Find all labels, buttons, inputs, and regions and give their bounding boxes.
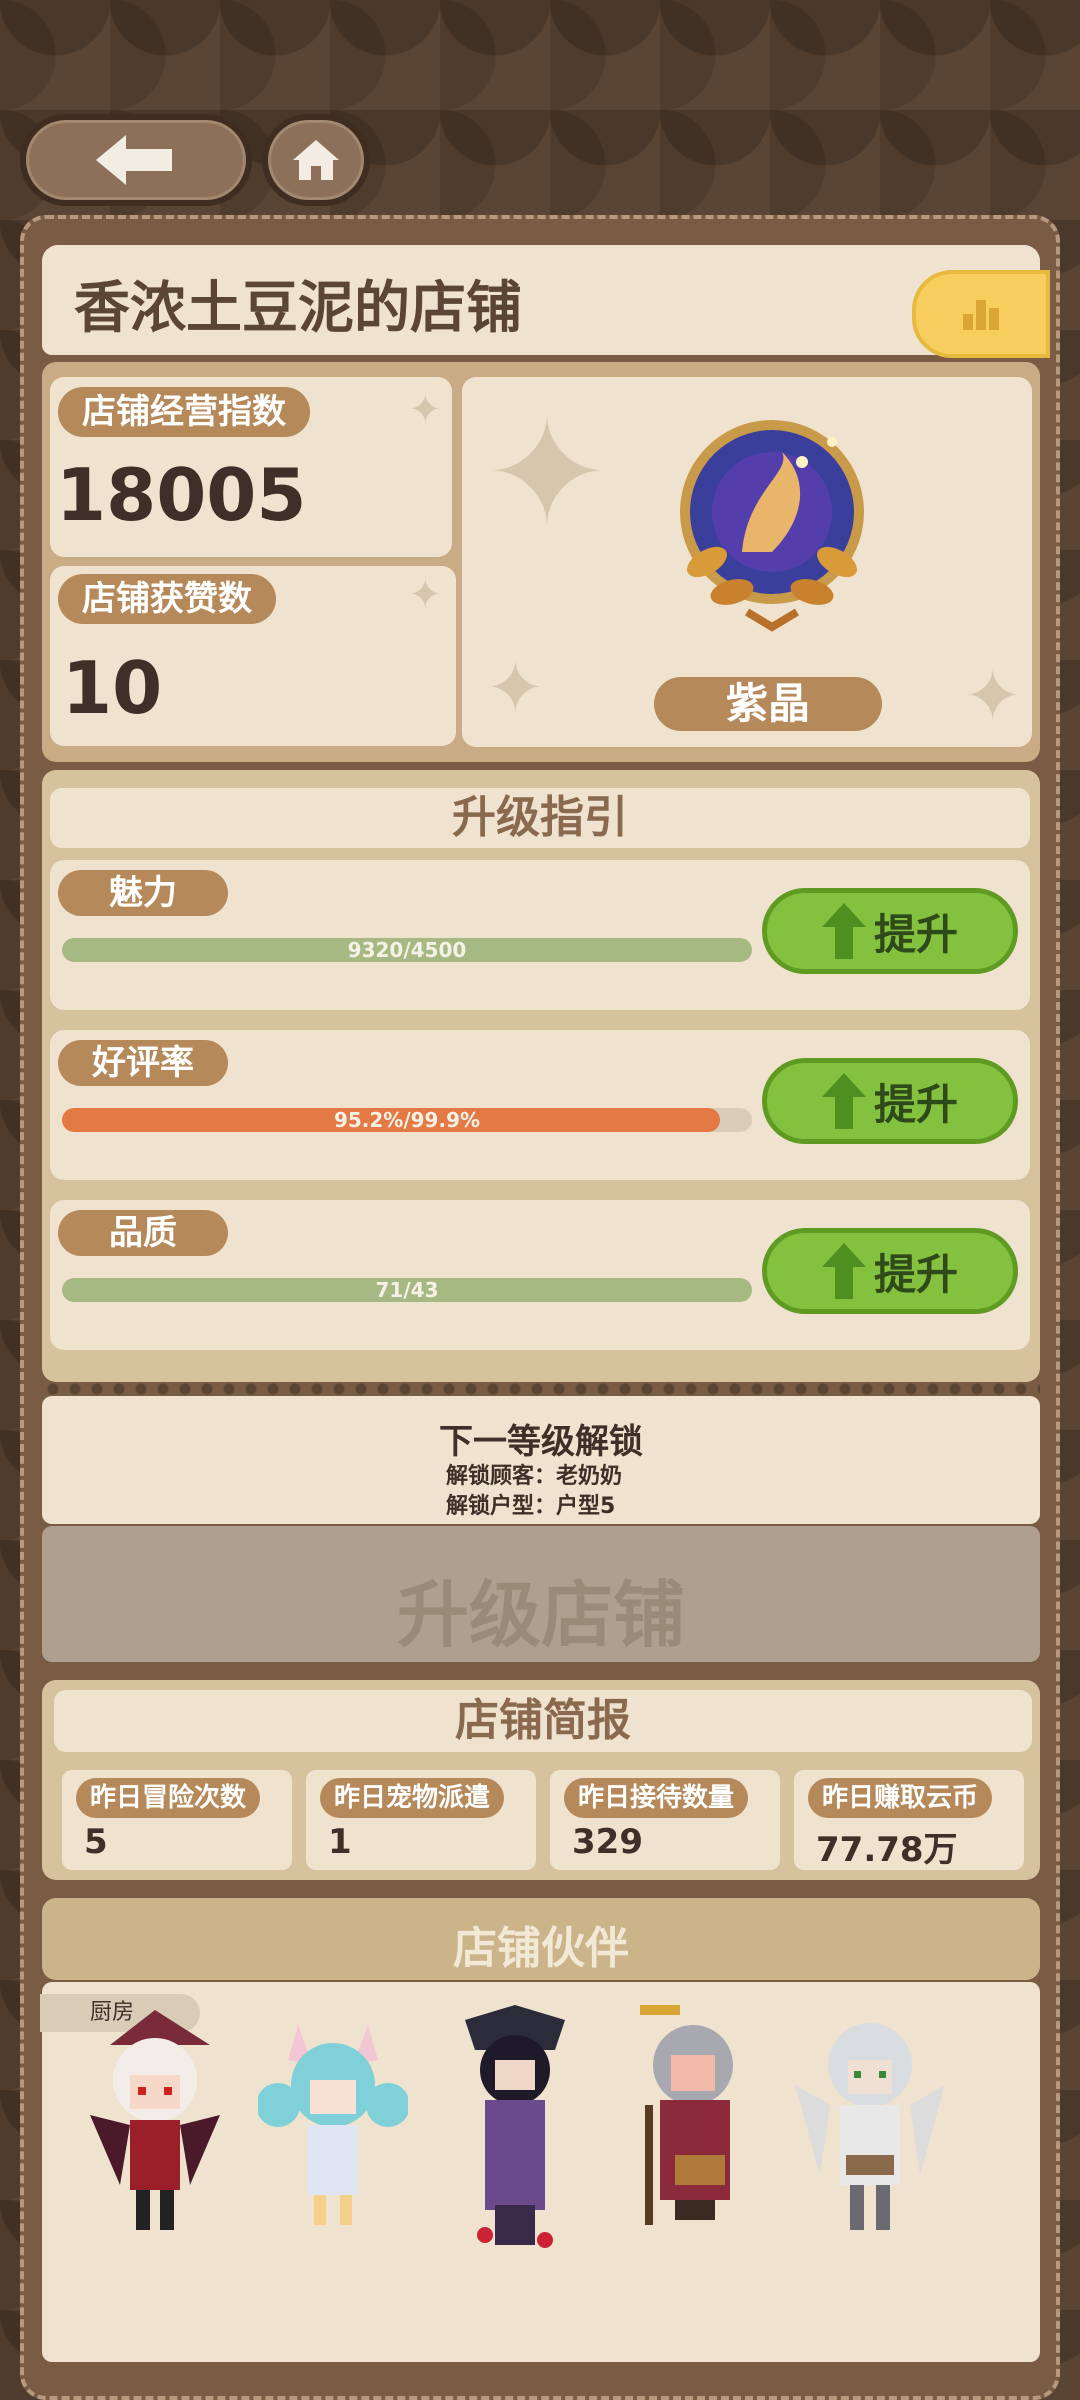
boost-button[interactable]: 提升 bbox=[762, 1228, 1018, 1314]
progress-bar: 95.2%/99.9% bbox=[62, 1108, 752, 1132]
report-label: 昨日冒险次数 bbox=[76, 1778, 261, 1818]
unlock-customer: 解锁顾客：老奶奶 bbox=[446, 1464, 623, 1489]
report-label: 昨日接待数量 bbox=[564, 1778, 749, 1818]
home-button[interactable] bbox=[262, 114, 370, 206]
partners-header: 店铺伙伴 bbox=[42, 1898, 1040, 1980]
tier-card[interactable]: ✦ ✦ ✦ 紫晶 bbox=[462, 377, 1032, 747]
partner-character-cat-girl[interactable] bbox=[258, 2005, 408, 2245]
guide-row-label: 好评率 bbox=[58, 1040, 228, 1086]
boost-button-label: 提升 bbox=[873, 1079, 958, 1129]
ranking-button[interactable] bbox=[912, 270, 1050, 358]
report-value: 1 bbox=[328, 1822, 352, 1862]
upgrade-shop-button[interactable]: 升级店铺 bbox=[42, 1526, 1040, 1662]
amethyst-emblem-icon bbox=[680, 420, 864, 632]
back-button[interactable] bbox=[20, 114, 252, 206]
boost-button-label: 提升 bbox=[873, 909, 958, 959]
home-icon bbox=[293, 140, 339, 180]
shop-title: 香浓土豆泥的店铺 bbox=[74, 276, 522, 341]
report-title: 店铺简报 bbox=[54, 1690, 1032, 1752]
partner-character-demon-girl[interactable] bbox=[70, 2005, 240, 2245]
likes-label: 店铺获赞数 bbox=[58, 574, 276, 624]
report-value: 329 bbox=[572, 1822, 643, 1862]
partner-character-winged-knight[interactable] bbox=[790, 2005, 950, 2245]
boost-button-label: 提升 bbox=[873, 1249, 958, 1299]
sparkle-icon: ✦ bbox=[486, 647, 545, 729]
guide-row-charm: 魅力 9320/4500 提升 bbox=[50, 860, 1030, 1010]
upgrade-shop-label: 升级店铺 bbox=[396, 1573, 685, 1657]
progress-text: 95.2%/99.9% bbox=[333, 1108, 481, 1132]
report-card-visitors: 昨日接待数量 329 bbox=[550, 1770, 780, 1870]
business-index-card: 店铺经营指数 18005 ✦ bbox=[50, 377, 452, 557]
report-label: 昨日宠物派遣 bbox=[320, 1778, 505, 1818]
likes-card: 店铺获赞数 10 ✦ bbox=[50, 566, 456, 746]
up-arrow-icon bbox=[821, 1243, 866, 1299]
coffee-beans-icon: ✦ bbox=[963, 655, 1022, 737]
guide-row-label: 品质 bbox=[58, 1210, 228, 1256]
partner-character-dark-mage[interactable] bbox=[450, 2005, 580, 2255]
guide-row-label: 魅力 bbox=[58, 870, 228, 916]
report-card-pets: 昨日宠物派遣 1 bbox=[306, 1770, 536, 1870]
partners-title: 店铺伙伴 bbox=[453, 1923, 629, 1974]
next-level-panel: 下一等级解锁 解锁顾客：老奶奶 解锁户型：户型5 bbox=[42, 1396, 1040, 1524]
back-arrow-icon bbox=[96, 135, 172, 185]
sparkle-icon: ✦ bbox=[408, 572, 442, 618]
tier-label: 紫晶 bbox=[654, 677, 882, 731]
likes-value: 10 bbox=[62, 646, 163, 730]
partner-character-old-lady[interactable] bbox=[625, 2005, 755, 2235]
progress-bar: 71/43 bbox=[62, 1278, 752, 1302]
dotted-divider bbox=[42, 1382, 1040, 1396]
ranking-icon bbox=[963, 300, 999, 330]
shop-title-bar: 香浓土豆泥的店铺 bbox=[42, 245, 1050, 358]
guide-row-quality: 品质 71/43 提升 bbox=[50, 1200, 1030, 1350]
sparkle-icon: ✦ bbox=[484, 387, 610, 561]
upgrade-guide-title: 升级指引 bbox=[50, 788, 1030, 848]
progress-bar: 9320/4500 bbox=[62, 938, 752, 962]
progress-text: 9320/4500 bbox=[347, 938, 467, 962]
report-value: 77.78万 bbox=[816, 1830, 958, 1870]
report-card-coins: 昨日赚取云币 77.78万 bbox=[794, 1770, 1024, 1870]
guide-row-rating: 好评率 95.2%/99.9% 提升 bbox=[50, 1030, 1030, 1180]
report-label: 昨日赚取云币 bbox=[808, 1778, 993, 1818]
boost-button[interactable]: 提升 bbox=[762, 888, 1018, 974]
unlock-room-type: 解锁户型：户型5 bbox=[446, 1494, 616, 1519]
report-value: 5 bbox=[84, 1822, 108, 1862]
up-arrow-icon bbox=[821, 1073, 866, 1129]
report-card-adventures: 昨日冒险次数 5 bbox=[62, 1770, 292, 1870]
business-index-label: 店铺经营指数 bbox=[58, 387, 310, 437]
up-arrow-icon bbox=[821, 903, 866, 959]
boost-button[interactable]: 提升 bbox=[762, 1058, 1018, 1144]
business-index-value: 18005 bbox=[56, 453, 307, 537]
progress-text: 71/43 bbox=[375, 1278, 439, 1302]
next-level-title: 下一等级解锁 bbox=[439, 1422, 643, 1462]
sparkle-icon: ✦ bbox=[408, 387, 442, 433]
